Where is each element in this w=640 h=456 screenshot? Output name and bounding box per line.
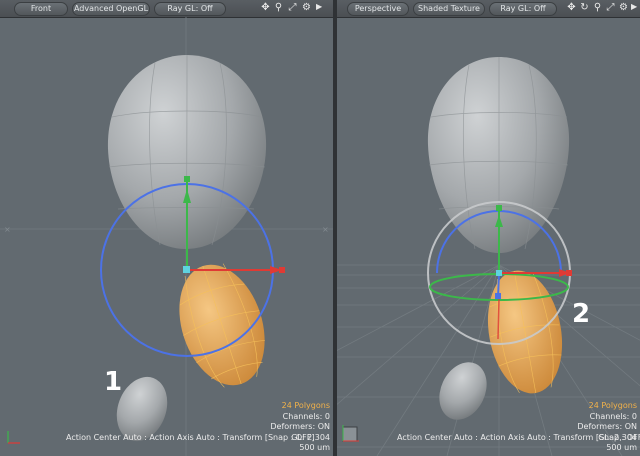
viewport-header-right: Perspective Shaded Texture Ray GL: Off ✥… [337, 0, 640, 18]
zoom-icon[interactable]: ⚲ [592, 2, 603, 14]
viewport-header-left: Front Advanced OpenGL Ray GL: Off ✥ ⚲ ⤢ … [0, 0, 333, 18]
raygl-button[interactable]: Ray GL: Off [154, 2, 226, 16]
fit-view-icon[interactable]: ⤢ [287, 2, 298, 14]
view-type-button[interactable]: Front [14, 2, 68, 16]
menu-arrow-icon[interactable]: ▶ [631, 2, 637, 11]
gizmo-center-handle[interactable] [183, 266, 190, 273]
menu-arrow-icon[interactable]: ▶ [316, 2, 322, 11]
fit-view-icon[interactable]: ⤢ [605, 2, 616, 14]
gizmo-center-handle[interactable] [496, 270, 502, 276]
viewport-scene-left[interactable]: × × [0, 17, 333, 456]
modo-viewports: Front Advanced OpenGL Ray GL: Off ✥ ⚲ ⤢ … [0, 0, 640, 456]
callout-number-right: 2 [572, 299, 591, 329]
raygl-button[interactable]: Ray GL: Off [489, 2, 557, 16]
viewport-perspective[interactable]: Perspective Shaded Texture Ray GL: Off ✥… [337, 0, 640, 456]
polygon-count: 24 Polygons [588, 401, 637, 410]
scene-info-right: 24 Polygons Channels: 0 Deformers: ON GL… [577, 401, 637, 454]
move-view-icon[interactable]: ✥ [260, 2, 271, 14]
small-mesh[interactable] [430, 355, 495, 428]
viewport-scene-right[interactable] [337, 17, 640, 456]
move-view-icon[interactable]: ✥ [566, 2, 577, 14]
channels-count: Channels: 0 [589, 411, 637, 421]
body-mesh-selected[interactable] [479, 265, 571, 400]
viewport-front[interactable]: Front Advanced OpenGL Ray GL: Off ✥ ⚲ ⤢ … [0, 0, 333, 456]
channels-count: Channels: 0 [282, 411, 330, 421]
callout-number-left: 1 [104, 367, 123, 397]
grid-marker-left: × [4, 225, 11, 234]
settings-gear-icon[interactable]: ⚙ [618, 2, 629, 14]
status-line-right: Action Center Auto : Action Axis Auto : … [397, 433, 640, 442]
scene-info-left: 24 Polygons Channels: 0 Deformers: ON GL… [270, 401, 330, 454]
axis-orientation-icon [7, 431, 20, 444]
unit-scale: 500 um [299, 443, 330, 452]
body-mesh-selected[interactable] [165, 254, 279, 397]
unit-scale: 500 um [606, 443, 637, 452]
settings-gear-icon[interactable]: ⚙ [301, 2, 312, 14]
axis-orientation-icon [342, 425, 359, 442]
status-line-left: Action Center Auto : Action Axis Auto : … [66, 433, 315, 442]
grid-marker-right: × [322, 225, 329, 234]
polygon-count: 24 Polygons [281, 401, 330, 410]
shading-mode-button[interactable]: Shaded Texture [413, 2, 485, 16]
rotate-view-icon[interactable]: ↻ [579, 2, 590, 14]
deformers-status: Deformers: ON [577, 422, 637, 431]
shading-mode-button[interactable]: Advanced OpenGL [72, 2, 150, 16]
zoom-icon[interactable]: ⚲ [273, 2, 284, 14]
view-type-button[interactable]: Perspective [347, 2, 409, 16]
deformers-status: Deformers: ON [270, 422, 330, 431]
